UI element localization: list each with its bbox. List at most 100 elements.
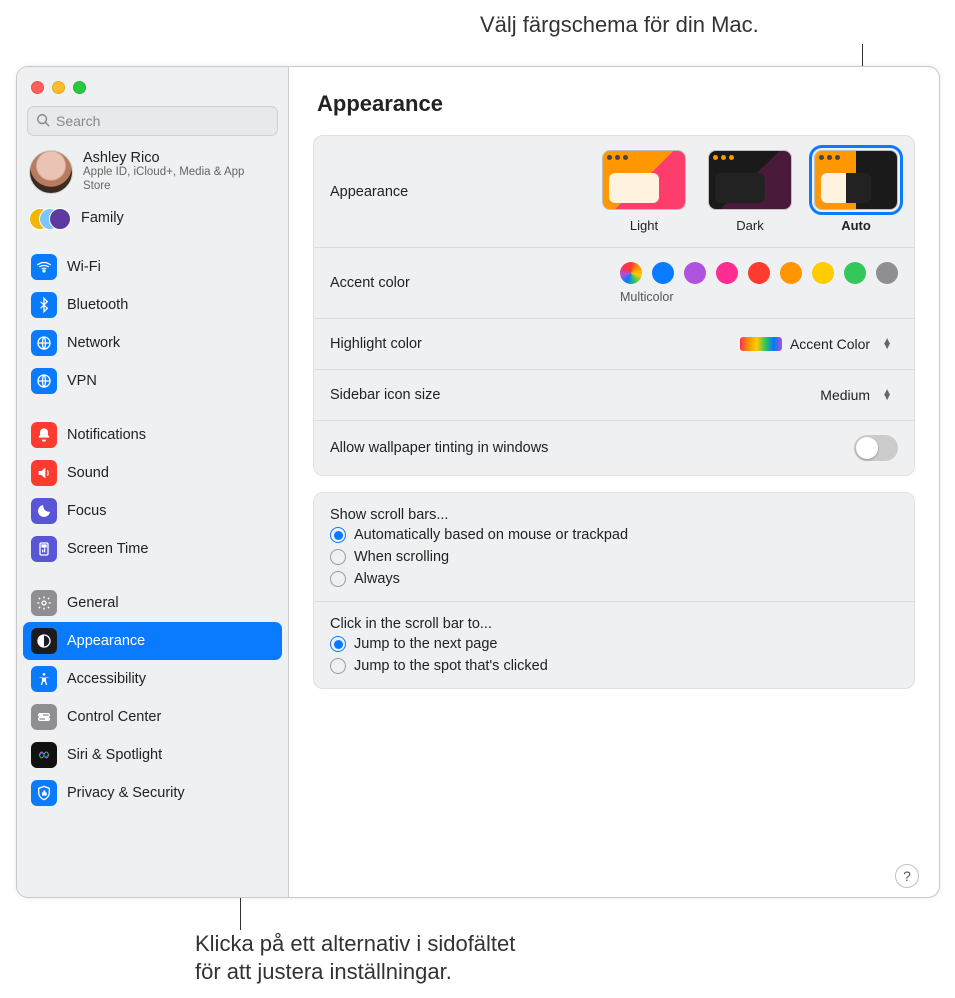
family-label: Family — [81, 210, 124, 226]
accent-multicolor[interactable] — [620, 262, 642, 284]
sidebar-item-sound[interactable]: Sound — [23, 454, 282, 492]
sidebar-item-focus[interactable]: Focus — [23, 492, 282, 530]
scroll-option-auto[interactable]: Automatically based on mouse or trackpad — [330, 527, 898, 543]
siri-icon — [31, 742, 57, 768]
page-title: Appearance — [313, 79, 915, 135]
sidebar-item-label: General — [67, 595, 119, 611]
auto-label: Auto — [841, 218, 871, 233]
accessibility-icon — [31, 666, 57, 692]
click-option-label: Jump to the spot that's clicked — [354, 658, 548, 674]
sidebar-item-siri[interactable]: Siri & Spotlight — [23, 736, 282, 774]
family-row[interactable]: Family — [17, 200, 288, 242]
accent-blue[interactable] — [652, 262, 674, 284]
avatar — [29, 150, 73, 194]
appearance-icon — [31, 628, 57, 654]
sidebar-item-appearance[interactable]: Appearance — [23, 622, 282, 660]
appearance-option-dark[interactable]: Dark — [708, 150, 792, 233]
click-scroll-title: Click in the scroll bar to... — [314, 602, 914, 636]
close-button[interactable] — [31, 81, 44, 94]
accent-picker: Multicolor — [620, 262, 898, 304]
help-button[interactable]: ? — [895, 864, 919, 888]
sidebar-size-value: Medium — [820, 387, 870, 403]
sidebar-nav: Wi-Fi Bluetooth Network VPN Notifications So… — [17, 242, 288, 818]
sidebar-item-bluetooth[interactable]: Bluetooth — [23, 286, 282, 324]
click-option-spot[interactable]: Jump to the spot that's clicked — [330, 658, 898, 674]
tint-label: Allow wallpaper tinting in windows — [330, 440, 548, 456]
dark-label: Dark — [736, 218, 763, 233]
zoom-button[interactable] — [73, 81, 86, 94]
accent-yellow[interactable] — [812, 262, 834, 284]
sidebar: Search Ashley Rico Apple ID, iCloud+, Me… — [17, 67, 289, 897]
accent-purple[interactable] — [684, 262, 706, 284]
search-icon — [36, 113, 50, 130]
sidebar-item-control-center[interactable]: Control Center — [23, 698, 282, 736]
chevron-updown-icon: ▲▼ — [878, 339, 892, 350]
accent-color-row: Accent color Multicolor — [314, 248, 914, 319]
search-placeholder: Search — [56, 113, 100, 129]
sidebar-item-label: Focus — [67, 503, 107, 519]
appearance-option-auto[interactable]: Auto — [814, 150, 898, 233]
sidebar-item-label: Sound — [67, 465, 109, 481]
wallpaper-tinting-toggle[interactable] — [854, 435, 898, 461]
sidebar-item-notifications[interactable]: Notifications — [23, 416, 282, 454]
highlight-label: Highlight color — [330, 336, 422, 352]
accent-pink[interactable] — [716, 262, 738, 284]
sidebar-item-label: Privacy & Security — [67, 785, 185, 801]
screen-time-icon — [31, 536, 57, 562]
sidebar-item-vpn[interactable]: VPN — [23, 362, 282, 400]
radio-icon — [330, 571, 346, 587]
click-scroll-options: Jump to the next page Jump to the spot t… — [314, 636, 914, 688]
appearance-panel: Appearance Light Dark Auto — [313, 135, 915, 476]
accent-label: Accent color — [330, 275, 410, 291]
accent-green[interactable] — [844, 262, 866, 284]
search-input[interactable]: Search — [27, 106, 278, 136]
sidebar-item-privacy[interactable]: Privacy & Security — [23, 774, 282, 812]
sidebar-item-screen-time[interactable]: Screen Time — [23, 530, 282, 568]
minimize-button[interactable] — [52, 81, 65, 94]
sidebar-item-label: Control Center — [67, 709, 161, 725]
sidebar-item-accessibility[interactable]: Accessibility — [23, 660, 282, 698]
sidebar-icon-size-row: Sidebar icon size Medium ▲▼ — [314, 370, 914, 421]
help-icon: ? — [903, 868, 911, 884]
sidebar-item-label: Accessibility — [67, 671, 146, 687]
sidebar-item-label: Appearance — [67, 633, 145, 649]
sidebar-item-general[interactable]: General — [23, 584, 282, 622]
user-subtitle: Apple ID, iCloud+, Media & App Store — [83, 166, 273, 194]
scroll-option-label: Always — [354, 571, 400, 587]
accent-sublabel: Multicolor — [620, 290, 674, 304]
callout-bottom: Klicka på ett alternativ i sidofältet fö… — [195, 930, 515, 985]
highlight-color-select[interactable]: Accent Color ▲▼ — [732, 333, 898, 355]
sidebar-size-label: Sidebar icon size — [330, 387, 440, 403]
accent-red[interactable] — [748, 262, 770, 284]
click-option-next-page[interactable]: Jump to the next page — [330, 636, 898, 652]
sidebar-item-label: VPN — [67, 373, 97, 389]
highlight-value: Accent Color — [790, 336, 870, 352]
bluetooth-icon — [31, 292, 57, 318]
sidebar-item-label: Network — [67, 335, 120, 351]
accent-graphite[interactable] — [876, 262, 898, 284]
radio-icon — [330, 549, 346, 565]
scroll-bars-options: Automatically based on mouse or trackpad… — [314, 527, 914, 602]
family-icon — [29, 204, 73, 232]
scroll-option-always[interactable]: Always — [330, 571, 898, 587]
scroll-option-when-scrolling[interactable]: When scrolling — [330, 549, 898, 565]
sidebar-item-wifi[interactable]: Wi-Fi — [23, 248, 282, 286]
accent-orange[interactable] — [780, 262, 802, 284]
appearance-thumbs: Light Dark Auto — [602, 150, 898, 233]
wifi-icon — [31, 254, 57, 280]
appearance-option-light[interactable]: Light — [602, 150, 686, 233]
sidebar-item-label: Screen Time — [67, 541, 148, 557]
dark-thumb-icon — [708, 150, 792, 210]
wallpaper-tinting-row: Allow wallpaper tinting in windows — [314, 421, 914, 475]
radio-icon — [330, 527, 346, 543]
highlight-swatch-icon — [740, 337, 782, 351]
light-thumb-icon — [602, 150, 686, 210]
sidebar-item-label: Wi-Fi — [67, 259, 101, 275]
scroll-option-label: Automatically based on mouse or trackpad — [354, 527, 628, 543]
notifications-icon — [31, 422, 57, 448]
sidebar-size-select[interactable]: Medium ▲▼ — [812, 384, 898, 406]
sidebar-item-network[interactable]: Network — [23, 324, 282, 362]
general-icon — [31, 590, 57, 616]
scroll-panel: Show scroll bars... Automatically based … — [313, 492, 915, 689]
apple-id-row[interactable]: Ashley Rico Apple ID, iCloud+, Media & A… — [17, 142, 288, 200]
